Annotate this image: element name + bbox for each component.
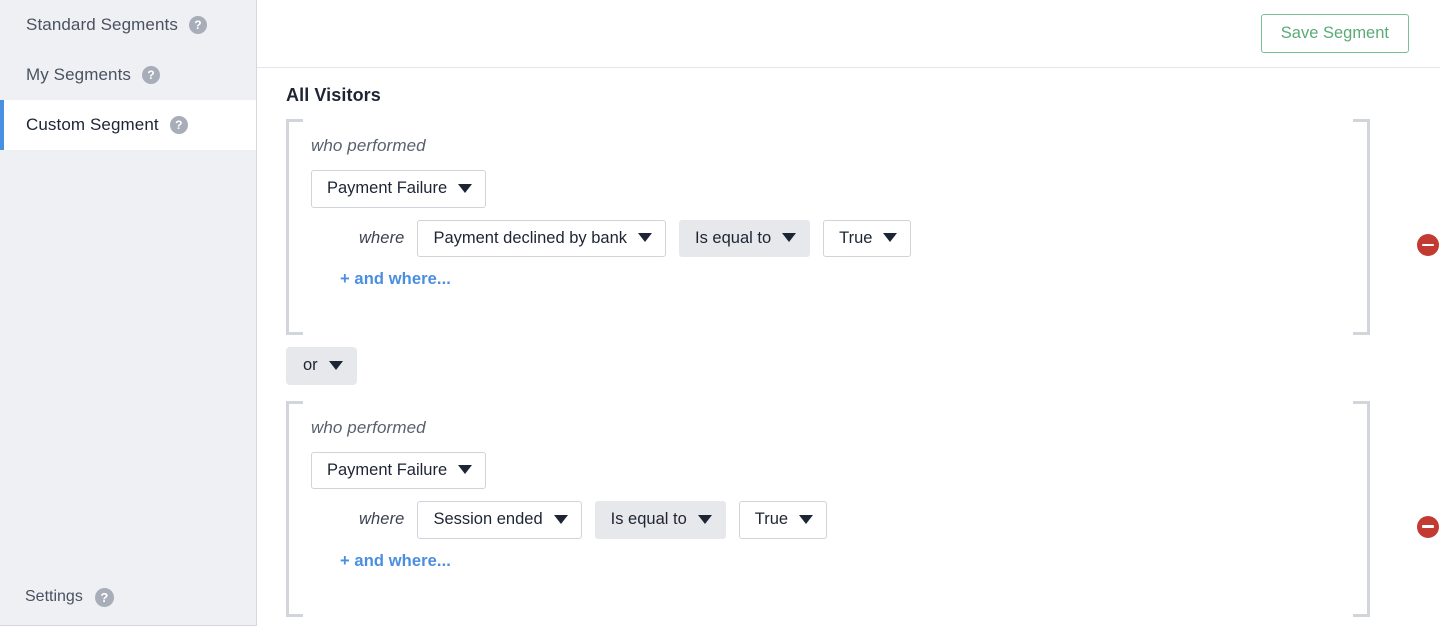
sidebar-item-my-segments[interactable]: My Segments ? [0,50,256,100]
operator-dropdown[interactable]: Is equal to [679,219,811,257]
value-dropdown-value: True [754,510,789,528]
chevron-down-icon [458,183,473,193]
main-panel: Save Segment All Visitors who performed … [257,0,1440,626]
event-row: Payment Failure [311,170,1440,208]
page-title: All Visitors [286,85,381,105]
save-segment-button[interactable]: Save Segment [1260,13,1409,54]
chevron-down-icon [697,514,712,524]
minus-circle-icon [1417,234,1439,256]
event-row: Payment Failure [311,451,1440,489]
operator-dropdown-value: Is equal to [695,228,772,247]
joiner-dropdown[interactable]: or [286,347,357,385]
chevron-down-icon [883,233,898,243]
chevron-down-icon [328,360,343,370]
attribute-dropdown[interactable]: Payment declined by bank [417,219,666,257]
sidebar-item-settings[interactable]: Settings ? [0,569,256,625]
add-where-link[interactable]: + and where... [340,552,451,571]
remove-condition-button[interactable] [1417,234,1439,256]
group-body: who performed Payment Failure where Paym… [286,119,1440,311]
help-circle-icon[interactable]: ? [188,16,207,34]
attribute-dropdown-value: Payment declined by bank [433,228,627,247]
condition-group: who performed Payment Failure where Paym… [286,119,1440,335]
attribute-dropdown-value: Session ended [433,510,543,528]
where-row: where Session ended Is equal to True [359,501,1440,539]
chevron-down-icon [458,465,473,475]
remove-condition-button[interactable] [1417,515,1439,538]
who-performed-label: who performed [311,417,426,437]
where-label: where [359,228,405,247]
active-indicator [0,100,4,150]
toolbar: Save Segment [257,0,1440,68]
event-dropdown[interactable]: Payment Failure [311,451,487,489]
chevron-down-icon [553,514,568,524]
chevron-down-icon [799,514,814,524]
help-circle-icon[interactable]: ? [94,587,114,607]
help-circle-icon[interactable]: ? [142,66,161,84]
event-dropdown[interactable]: Payment Failure [311,170,487,208]
add-where-link[interactable]: + and where... [340,270,451,289]
sidebar-item-standard-segments[interactable]: Standard Segments ? [0,0,256,50]
event-dropdown-value: Payment Failure [327,460,448,479]
where-row: where Payment declined by bank Is equal … [359,219,1440,257]
value-dropdown[interactable]: True [823,219,912,257]
sidebar-item-custom-segment[interactable]: Custom Segment ? [0,100,256,150]
chevron-down-icon [638,233,652,243]
group-joiner: or [286,347,1440,385]
sidebar: Standard Segments ? My Segments ? Custom… [0,0,257,626]
operator-dropdown[interactable]: Is equal to [594,501,726,539]
chevron-down-icon [782,233,797,243]
sidebar-item-label: Custom Segment [26,115,159,134]
group-body: who performed Payment Failure where Sess… [286,401,1440,593]
minus-circle-icon [1417,515,1439,538]
joiner-dropdown-value: or [303,356,318,374]
event-dropdown-value: Payment Failure [327,179,448,197]
sidebar-item-label: My Segments [26,65,132,84]
sidebar-item-label: Standard Segments [26,15,178,34]
who-performed-label: who performed [311,136,426,155]
where-label: where [359,510,405,529]
segment-canvas: All Visitors who performed Payment Failu… [257,85,1440,626]
value-dropdown[interactable]: True [738,501,828,539]
operator-dropdown-value: Is equal to [610,510,687,528]
value-dropdown-value: True [839,228,873,247]
attribute-dropdown[interactable]: Session ended [417,501,582,539]
sidebar-item-label: Settings [25,588,83,605]
help-circle-icon[interactable]: ? [169,116,188,134]
segment-builder-app: Standard Segments ? My Segments ? Custom… [0,0,1440,626]
condition-group: who performed Payment Failure where Sess… [286,400,1440,617]
